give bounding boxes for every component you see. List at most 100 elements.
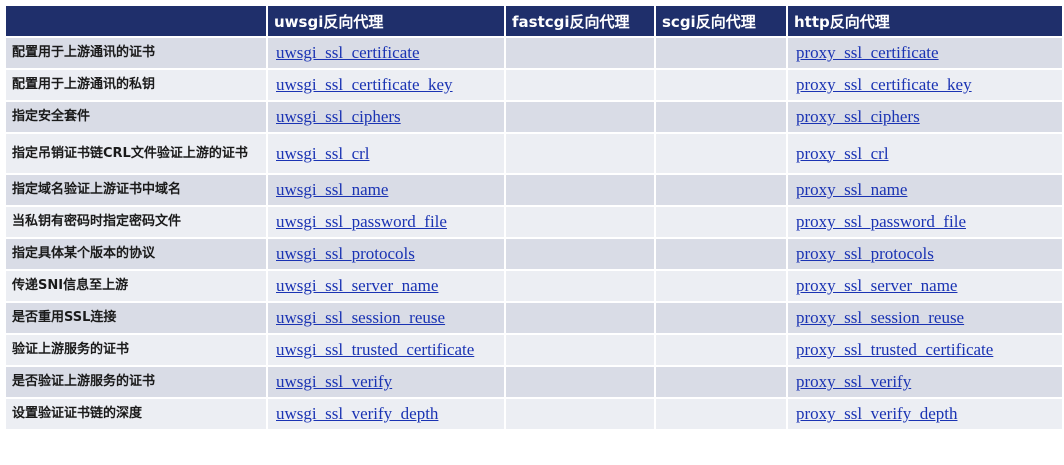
table-row: 传递SNI信息至上游 uwsgi_ssl_server_name proxy_s… [6, 271, 1062, 301]
header-http: http反向代理 [788, 6, 1062, 36]
proxy-directive-link[interactable]: proxy_ssl_certificate_key [796, 75, 972, 94]
scgi-cell [656, 38, 786, 68]
uwsgi-directive-link[interactable]: uwsgi_ssl_password_file [276, 212, 447, 231]
proxy-directive-link[interactable]: proxy_ssl_ciphers [796, 107, 920, 126]
row-label: 指定吊销证书链CRL文件验证上游的证书 [6, 134, 266, 173]
table-row: 指定吊销证书链CRL文件验证上游的证书 uwsgi_ssl_crl proxy_… [6, 134, 1062, 173]
http-cell: proxy_ssl_ciphers [788, 102, 1062, 132]
uwsgi-cell: uwsgi_ssl_session_reuse [268, 303, 504, 333]
row-label: 指定安全套件 [6, 102, 266, 132]
uwsgi-directive-link[interactable]: uwsgi_ssl_protocols [276, 244, 415, 263]
uwsgi-cell: uwsgi_ssl_password_file [268, 207, 504, 237]
row-label: 传递SNI信息至上游 [6, 271, 266, 301]
proxy-directive-link[interactable]: proxy_ssl_password_file [796, 212, 966, 231]
uwsgi-directive-link[interactable]: uwsgi_ssl_server_name [276, 276, 438, 295]
uwsgi-directive-link[interactable]: uwsgi_ssl_trusted_certificate [276, 340, 474, 359]
header-uwsgi: uwsgi反向代理 [268, 6, 504, 36]
uwsgi-directive-link[interactable]: uwsgi_ssl_session_reuse [276, 308, 445, 327]
proxy-directive-link[interactable]: proxy_ssl_protocols [796, 244, 934, 263]
uwsgi-cell: uwsgi_ssl_ciphers [268, 102, 504, 132]
proxy-directive-link[interactable]: proxy_ssl_crl [796, 144, 889, 163]
fastcgi-cell [506, 70, 654, 100]
fastcgi-cell [506, 134, 654, 173]
table-row: 指定安全套件 uwsgi_ssl_ciphers proxy_ssl_ciphe… [6, 102, 1062, 132]
scgi-cell [656, 175, 786, 205]
fastcgi-cell [506, 367, 654, 397]
row-label: 指定域名验证上游证书中域名 [6, 175, 266, 205]
http-cell: proxy_ssl_verify_depth [788, 399, 1062, 429]
uwsgi-cell: uwsgi_ssl_protocols [268, 239, 504, 269]
uwsgi-directive-link[interactable]: uwsgi_ssl_crl [276, 144, 370, 163]
fastcgi-cell [506, 335, 654, 365]
table-row: 指定具体某个版本的协议 uwsgi_ssl_protocols proxy_ss… [6, 239, 1062, 269]
fastcgi-cell [506, 175, 654, 205]
http-cell: proxy_ssl_password_file [788, 207, 1062, 237]
table-row: 指定域名验证上游证书中域名 uwsgi_ssl_name proxy_ssl_n… [6, 175, 1062, 205]
uwsgi-cell: uwsgi_ssl_verify_depth [268, 399, 504, 429]
scgi-cell [656, 134, 786, 173]
table-row: 配置用于上游通讯的私钥 uwsgi_ssl_certificate_key pr… [6, 70, 1062, 100]
http-cell: proxy_ssl_session_reuse [788, 303, 1062, 333]
scgi-cell [656, 239, 786, 269]
proxy-directive-link[interactable]: proxy_ssl_name [796, 180, 907, 199]
uwsgi-cell: uwsgi_ssl_server_name [268, 271, 504, 301]
scgi-cell [656, 207, 786, 237]
fastcgi-cell [506, 207, 654, 237]
proxy-directive-link[interactable]: proxy_ssl_server_name [796, 276, 957, 295]
table-row: 配置用于上游通讯的证书 uwsgi_ssl_certificate proxy_… [6, 38, 1062, 68]
header-scgi: scgi反向代理 [656, 6, 786, 36]
table-row: 验证上游服务的证书 uwsgi_ssl_trusted_certificate … [6, 335, 1062, 365]
row-label: 配置用于上游通讯的私钥 [6, 70, 266, 100]
fastcgi-cell [506, 399, 654, 429]
uwsgi-directive-link[interactable]: uwsgi_ssl_certificate_key [276, 75, 453, 94]
row-label: 指定具体某个版本的协议 [6, 239, 266, 269]
http-cell: proxy_ssl_trusted_certificate [788, 335, 1062, 365]
uwsgi-cell: uwsgi_ssl_certificate [268, 38, 504, 68]
table-row: 是否重用SSL连接 uwsgi_ssl_session_reuse proxy_… [6, 303, 1062, 333]
uwsgi-directive-link[interactable]: uwsgi_ssl_verify_depth [276, 404, 438, 423]
http-cell: proxy_ssl_protocols [788, 239, 1062, 269]
directive-table: uwsgi反向代理 fastcgi反向代理 scgi反向代理 http反向代理 … [4, 4, 1064, 431]
scgi-cell [656, 367, 786, 397]
http-cell: proxy_ssl_crl [788, 134, 1062, 173]
uwsgi-cell: uwsgi_ssl_certificate_key [268, 70, 504, 100]
proxy-directive-link[interactable]: proxy_ssl_session_reuse [796, 308, 964, 327]
fastcgi-cell [506, 271, 654, 301]
http-cell: proxy_ssl_verify [788, 367, 1062, 397]
header-empty-cell [6, 6, 266, 36]
uwsgi-cell: uwsgi_ssl_crl [268, 134, 504, 173]
uwsgi-directive-link[interactable]: uwsgi_ssl_ciphers [276, 107, 401, 126]
table-row: 设置验证证书链的深度 uwsgi_ssl_verify_depth proxy_… [6, 399, 1062, 429]
scgi-cell [656, 271, 786, 301]
header-row: uwsgi反向代理 fastcgi反向代理 scgi反向代理 http反向代理 [6, 6, 1062, 36]
uwsgi-cell: uwsgi_ssl_trusted_certificate [268, 335, 504, 365]
uwsgi-directive-link[interactable]: uwsgi_ssl_name [276, 180, 388, 199]
uwsgi-cell: uwsgi_ssl_verify [268, 367, 504, 397]
scgi-cell [656, 399, 786, 429]
proxy-directive-link[interactable]: proxy_ssl_trusted_certificate [796, 340, 993, 359]
table-row: 当私钥有密码时指定密码文件 uwsgi_ssl_password_file pr… [6, 207, 1062, 237]
proxy-directive-link[interactable]: proxy_ssl_verify_depth [796, 404, 957, 423]
row-label: 当私钥有密码时指定密码文件 [6, 207, 266, 237]
header-fastcgi: fastcgi反向代理 [506, 6, 654, 36]
fastcgi-cell [506, 38, 654, 68]
uwsgi-directive-link[interactable]: uwsgi_ssl_certificate [276, 43, 420, 62]
row-label: 是否重用SSL连接 [6, 303, 266, 333]
proxy-directive-link[interactable]: proxy_ssl_certificate [796, 43, 939, 62]
scgi-cell [656, 335, 786, 365]
proxy-directive-link[interactable]: proxy_ssl_verify [796, 372, 911, 391]
row-label: 验证上游服务的证书 [6, 335, 266, 365]
table-row: 是否验证上游服务的证书 uwsgi_ssl_verify proxy_ssl_v… [6, 367, 1062, 397]
table-body: 配置用于上游通讯的证书 uwsgi_ssl_certificate proxy_… [6, 38, 1062, 429]
row-label: 是否验证上游服务的证书 [6, 367, 266, 397]
http-cell: proxy_ssl_name [788, 175, 1062, 205]
uwsgi-cell: uwsgi_ssl_name [268, 175, 504, 205]
uwsgi-directive-link[interactable]: uwsgi_ssl_verify [276, 372, 392, 391]
row-label: 配置用于上游通讯的证书 [6, 38, 266, 68]
http-cell: proxy_ssl_server_name [788, 271, 1062, 301]
row-label: 设置验证证书链的深度 [6, 399, 266, 429]
scgi-cell [656, 102, 786, 132]
http-cell: proxy_ssl_certificate [788, 38, 1062, 68]
fastcgi-cell [506, 303, 654, 333]
scgi-cell [656, 70, 786, 100]
